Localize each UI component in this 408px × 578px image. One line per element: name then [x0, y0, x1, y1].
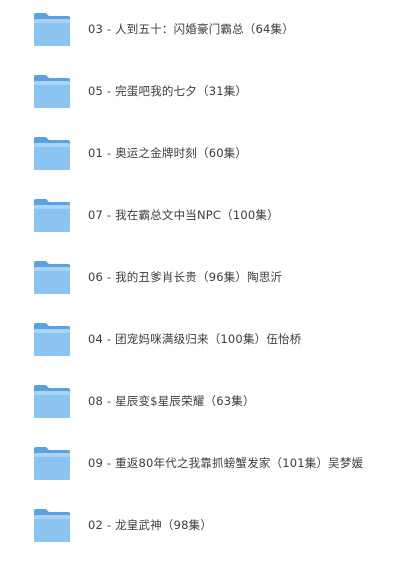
- folder-item[interactable]: 02 - 龙皇武神（98集）: [0, 502, 408, 550]
- folder-icon: [33, 197, 71, 233]
- folder-item[interactable]: 06 - 我的丑爹肖长贵（96集）陶思沂: [0, 254, 408, 302]
- folder-icon: [33, 259, 71, 295]
- folder-name: 07 - 我在霸总文中当NPC（100集）: [88, 208, 279, 222]
- folder-name: 02 - 龙皇武神（98集）: [88, 518, 213, 532]
- folder-item[interactable]: 01 - 奥运之金牌时刻（60集）: [0, 130, 408, 178]
- folder-icon: [33, 135, 71, 171]
- folder-icon: [33, 321, 71, 357]
- folder-list: 03 - 人到五十：闪婚豪门霸总（64集） 05 - 完蛋吧我的七夕（31集） …: [0, 0, 408, 578]
- folder-icon: [33, 445, 71, 481]
- folder-name: 08 - 星辰变$星辰荣耀（63集）: [88, 394, 255, 408]
- folder-name: 06 - 我的丑爹肖长贵（96集）陶思沂: [88, 270, 283, 284]
- folder-name: 04 - 团宠妈咪满级归来（100集）伍怡桥: [88, 332, 302, 346]
- folder-name: 05 - 完蛋吧我的七夕（31集）: [88, 84, 248, 98]
- folder-icon: [33, 507, 71, 543]
- folder-name: 09 - 重返80年代之我靠抓螃蟹发家（101集）吴梦媛: [88, 456, 364, 470]
- folder-item[interactable]: 05 - 完蛋吧我的七夕（31集）: [0, 68, 408, 116]
- folder-item[interactable]: 08 - 星辰变$星辰荣耀（63集）: [0, 378, 408, 426]
- folder-icon: [33, 383, 71, 419]
- folder-item[interactable]: 07 - 我在霸总文中当NPC（100集）: [0, 192, 408, 240]
- folder-icon: [33, 73, 71, 109]
- folder-name: 01 - 奥运之金牌时刻（60集）: [88, 146, 248, 160]
- folder-item[interactable]: 03 - 人到五十：闪婚豪门霸总（64集）: [0, 6, 408, 54]
- folder-item[interactable]: 04 - 团宠妈咪满级归来（100集）伍怡桥: [0, 316, 408, 364]
- folder-item[interactable]: 09 - 重返80年代之我靠抓螃蟹发家（101集）吴梦媛: [0, 440, 408, 488]
- folder-icon: [33, 11, 71, 47]
- folder-name: 03 - 人到五十：闪婚豪门霸总（64集）: [88, 22, 294, 36]
